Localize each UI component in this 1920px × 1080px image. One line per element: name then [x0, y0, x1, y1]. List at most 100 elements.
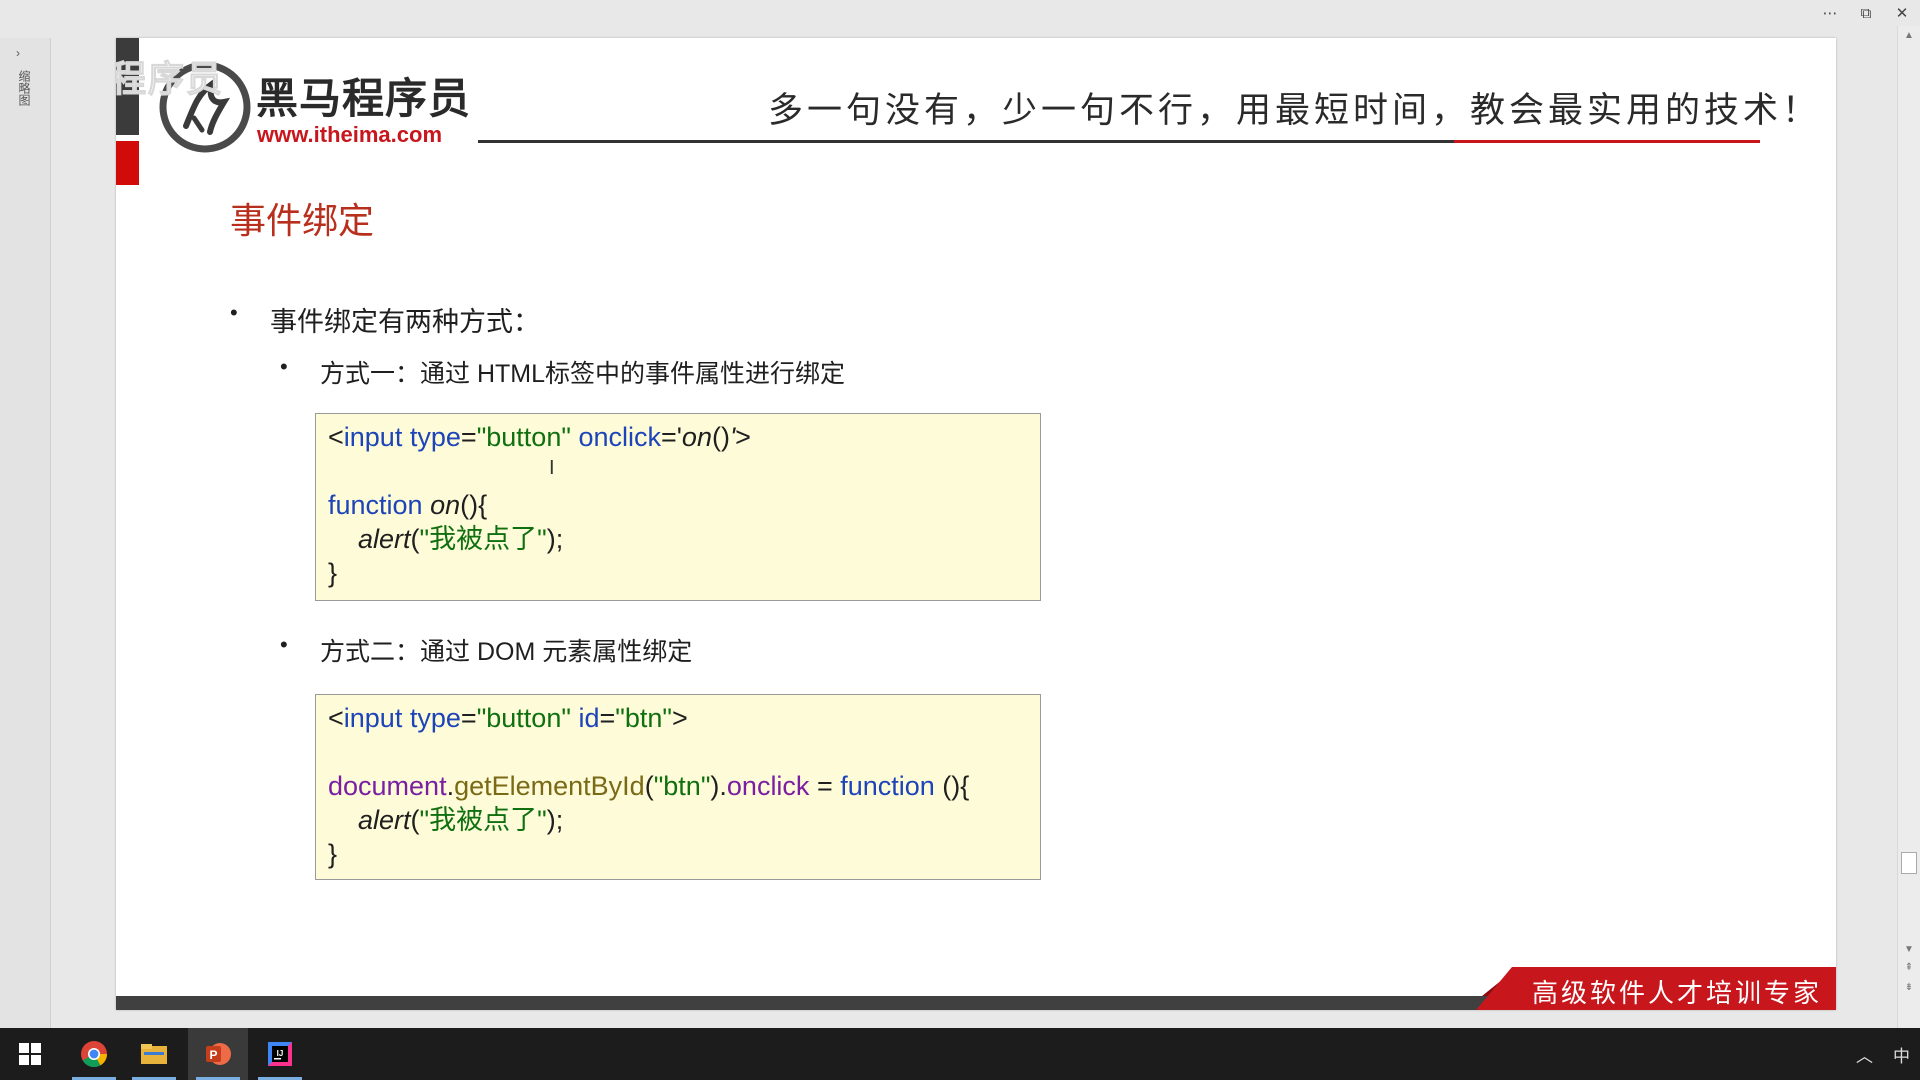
code-token: type	[409, 422, 461, 452]
windows-icon	[19, 1043, 41, 1065]
code-token: =	[809, 771, 841, 801]
code-line: alert("我被点了");	[328, 803, 1028, 837]
code-token: ()	[711, 422, 730, 452]
vertical-scrollbar[interactable]: ▲ ▼ ⇞ ⇟	[1897, 26, 1920, 1028]
window-controls: ⋯ ⧉ ✕	[1812, 0, 1920, 26]
close-icon[interactable]: ✕	[1884, 0, 1920, 26]
code-token: type	[409, 703, 461, 733]
chrome-icon	[81, 1041, 108, 1068]
powerpoint-icon: P	[206, 1043, 231, 1065]
bullet-dot: •	[280, 632, 288, 657]
code-token: alert	[358, 524, 411, 554]
intellij-icon: IJ	[268, 1042, 292, 1066]
code-token: =	[460, 422, 477, 452]
code-token: id	[578, 703, 600, 733]
powerpoint-app[interactable]: P	[188, 1028, 248, 1080]
taskbar: P IJ ︿ 中	[0, 1028, 1920, 1080]
slide-title: 事件绑定	[230, 200, 375, 241]
code-line: <input type="button" id="btn">	[328, 701, 1028, 735]
bullet-dot: •	[230, 300, 238, 325]
chrome-app[interactable]	[64, 1028, 124, 1080]
code-token: "我被点了"	[419, 805, 547, 835]
code-line: function on(){	[328, 488, 1028, 522]
expand-pane-icon[interactable]: ›	[16, 46, 20, 60]
scroll-thumb[interactable]	[1901, 852, 1917, 874]
code-token: document	[328, 771, 447, 801]
system-tray: ︿ 中	[1846, 1028, 1920, 1080]
code-token: on	[430, 490, 461, 520]
bullet-method1-text: 方式一：通过 HTML标签中的事件属性进行绑定	[320, 360, 846, 388]
code-token: "button"	[476, 703, 571, 733]
tray-chevron-icon[interactable]: ︿	[1846, 1042, 1883, 1067]
code-token: );	[546, 805, 564, 835]
scroll-up-icon[interactable]: ▲	[1901, 28, 1917, 42]
code-token: (	[410, 524, 420, 554]
code-line: <input type="button" onclick='on()'>	[328, 420, 1028, 454]
code-token: }	[328, 839, 338, 869]
thumbnail-pane-label[interactable]: 缩略图	[14, 70, 31, 106]
bullet-dot: •	[280, 354, 288, 379]
code-token: );	[546, 524, 564, 554]
code-token: (	[644, 771, 654, 801]
bullet-method1: • 方式一：通过 HTML标签中的事件属性进行绑定	[280, 354, 846, 390]
code-token: (	[410, 805, 420, 835]
header-red-block	[116, 141, 139, 185]
folder-icon	[141, 1044, 167, 1064]
code-token: <	[328, 422, 344, 452]
code-token: onclick	[578, 422, 661, 452]
code-token: =	[599, 703, 616, 733]
svg-text:IJ: IJ	[277, 1049, 284, 1058]
scroll-down-icon[interactable]: ▼	[1901, 942, 1917, 956]
logo-url: www.itheima.com	[257, 122, 443, 147]
ime-indicator[interactable]: 中	[1883, 1042, 1920, 1067]
code-token: on	[681, 422, 712, 452]
restore-icon[interactable]: ⧉	[1848, 0, 1884, 26]
code-box-dom-property: <input type="button" id="btn"> document.g…	[315, 694, 1041, 880]
svg-text:P: P	[209, 1048, 217, 1062]
code-token: "btn"	[615, 703, 672, 733]
bullet-method2: • 方式二：通过 DOM 元素属性绑定	[280, 632, 692, 668]
code-token: (){	[934, 771, 970, 801]
code-box-html-attribute: <input type="button" onclick='on()'> func…	[315, 413, 1041, 601]
watermark: 黑马程序员	[116, 58, 225, 100]
code-token: "button"	[476, 422, 571, 452]
file-explorer-app[interactable]	[124, 1028, 184, 1080]
code-token: <	[328, 703, 344, 733]
code-token: onclick	[726, 771, 810, 801]
footer-badge: 高级软件人才培训专家	[1476, 967, 1836, 1010]
code-token: .	[446, 771, 455, 801]
slide-canvas[interactable]: 黑马程序员 www.itheima.com 黑马程序员 多一句没有，少一句不行，…	[116, 38, 1836, 1010]
next-slide-icon[interactable]: ⇟	[1901, 980, 1917, 994]
code-line: }	[328, 837, 1028, 871]
code-token: =	[460, 703, 477, 733]
code-token: (){	[460, 490, 488, 520]
start-button[interactable]	[0, 1028, 60, 1080]
intellij-app[interactable]: IJ	[250, 1028, 310, 1080]
code-token: function	[328, 490, 423, 520]
more-icon[interactable]: ⋯	[1812, 0, 1848, 26]
footer-badge-text: 高级软件人才培训专家	[1531, 979, 1822, 1009]
code-token: alert	[358, 805, 411, 835]
code-token: "我被点了"	[419, 524, 547, 554]
code-token: >	[671, 703, 688, 733]
code-token: input	[343, 703, 403, 733]
prev-slide-icon[interactable]: ⇞	[1901, 960, 1917, 974]
code-line: alert("我被点了");	[328, 522, 1028, 556]
code-token: input	[343, 422, 403, 452]
bullet-main: • 事件绑定有两种方式：	[230, 300, 540, 339]
code-line: }	[328, 556, 1028, 590]
header-rule-accent	[1454, 140, 1760, 143]
code-token: }	[328, 558, 338, 588]
logo-name: 黑马程序员	[256, 75, 472, 122]
code-line: document.getElementById("btn").onclick =…	[328, 769, 1028, 803]
code-token: "btn"	[653, 771, 711, 801]
bullet-main-text: 事件绑定有两种方式：	[270, 307, 540, 337]
header-rule	[478, 140, 1478, 143]
